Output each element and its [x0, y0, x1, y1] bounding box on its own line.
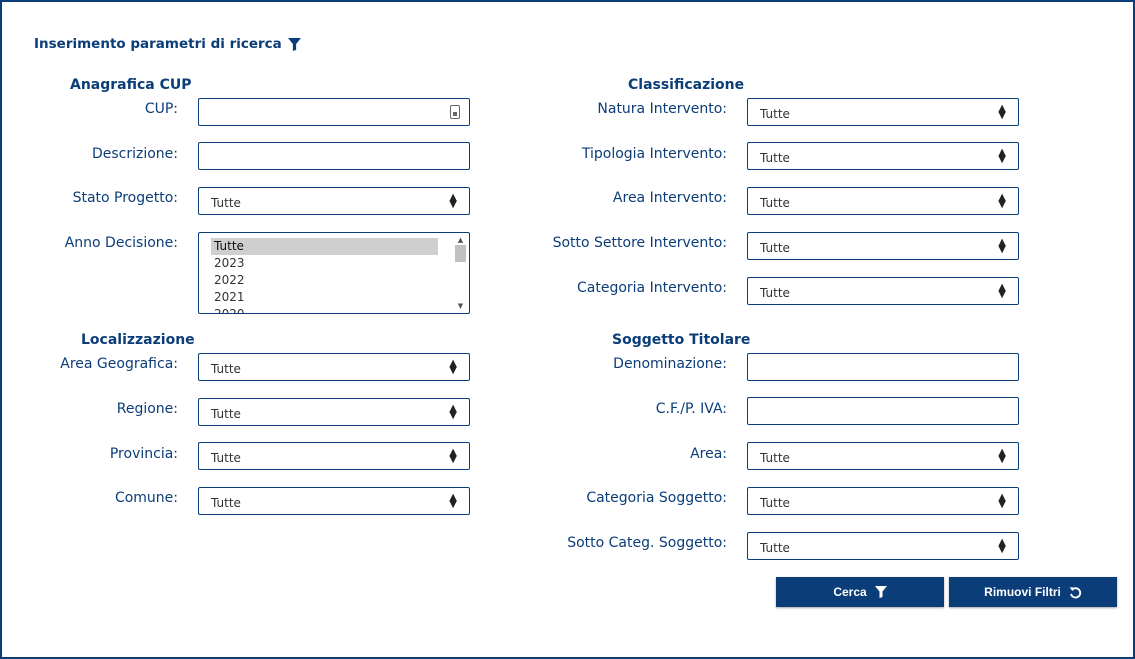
area-geografica-value: Tutte: [211, 362, 241, 376]
anno-option[interactable]: Tutte: [211, 238, 438, 255]
area-soggetto-select[interactable]: Tutte ▲ ▼: [747, 442, 1019, 470]
scroll-thumb[interactable]: [455, 245, 466, 262]
scroll-down-icon[interactable]: ▼: [454, 301, 467, 311]
select-arrows-icon: ▲ ▼: [449, 403, 457, 421]
anno-option[interactable]: 2021: [211, 289, 438, 306]
categoria-soggetto-label: Categoria Soggetto:: [586, 490, 727, 506]
scroll-up-icon[interactable]: ▲: [454, 235, 467, 245]
sotto-settore-label: Sotto Settore Intervento:: [552, 235, 727, 251]
sotto-categ-value: Tutte: [760, 541, 790, 555]
stato-progetto-select[interactable]: Tutte ▲ ▼: [198, 187, 470, 215]
section-classificazione-title: Classificazione: [628, 77, 745, 93]
tipologia-intervento-label: Tipologia Intervento:: [581, 146, 727, 162]
filter-icon: [287, 37, 301, 51]
regione-value: Tutte: [211, 407, 241, 421]
sotto-categ-label: Sotto Categ. Soggetto:: [567, 535, 727, 551]
denominazione-input[interactable]: [747, 353, 1019, 381]
categoria-soggetto-select[interactable]: Tutte ▲ ▼: [747, 487, 1019, 515]
select-arrows-icon: ▲ ▼: [998, 447, 1006, 465]
sotto-settore-select[interactable]: Tutte ▲ ▼: [747, 232, 1019, 260]
natura-intervento-select[interactable]: Tutte ▲ ▼: [747, 98, 1019, 126]
select-arrows-icon: ▲ ▼: [998, 237, 1006, 255]
anno-option[interactable]: 2022: [211, 272, 438, 289]
comune-label: Comune:: [114, 490, 178, 506]
section-soggetto-title: Soggetto Titolare: [612, 332, 751, 348]
stato-progetto-value: Tutte: [211, 196, 241, 210]
cup-label: CUP:: [144, 101, 178, 117]
undo-icon: [1069, 586, 1081, 598]
contact-card-icon[interactable]: [450, 105, 460, 119]
categoria-intervento-value: Tutte: [760, 286, 790, 300]
section-anagrafica-title: Anagrafica CUP: [70, 77, 192, 93]
categoria-intervento-label: Categoria Intervento:: [577, 280, 727, 296]
natura-intervento-value: Tutte: [760, 107, 790, 121]
filter-icon: [874, 586, 887, 598]
area-intervento-value: Tutte: [760, 196, 790, 210]
cf-piva-label: C.F./P. IVA:: [655, 401, 727, 417]
anno-option[interactable]: 2020: [211, 306, 438, 313]
listbox-scrollbar[interactable]: ▲ ▼: [454, 235, 467, 311]
descrizione-input[interactable]: [198, 142, 470, 170]
area-soggetto-label: Area:: [690, 446, 727, 462]
area-intervento-label: Area Intervento:: [612, 190, 727, 206]
natura-intervento-label: Natura Intervento:: [597, 101, 727, 117]
section-localizzazione-title: Localizzazione: [81, 332, 195, 348]
sotto-categ-select[interactable]: Tutte ▲ ▼: [747, 532, 1019, 560]
select-arrows-icon: ▲ ▼: [449, 192, 457, 210]
select-arrows-icon: ▲ ▼: [998, 103, 1006, 121]
reset-filters-button[interactable]: Rimuovi Filtri: [949, 577, 1117, 607]
anno-decisione-listbox[interactable]: Tutte 2023 2022 2021 2020 ▲ ▼: [198, 232, 470, 314]
select-arrows-icon: ▲ ▼: [998, 492, 1006, 510]
select-arrows-icon: ▲ ▼: [449, 447, 457, 465]
reset-filters-label: Rimuovi Filtri: [984, 585, 1061, 599]
cf-piva-input[interactable]: [747, 397, 1019, 425]
tipologia-intervento-select[interactable]: Tutte ▲ ▼: [747, 142, 1019, 170]
descrizione-label: Descrizione:: [91, 146, 178, 162]
select-arrows-icon: ▲ ▼: [998, 537, 1006, 555]
select-arrows-icon: ▲ ▼: [998, 147, 1006, 165]
panel-heading: Inserimento parametri di ricerca: [34, 36, 301, 52]
area-geografica-label: Area Geografica:: [60, 356, 178, 372]
provincia-label: Provincia:: [109, 446, 178, 462]
select-arrows-icon: ▲ ▼: [998, 282, 1006, 300]
comune-value: Tutte: [211, 496, 241, 510]
regione-select[interactable]: Tutte ▲ ▼: [198, 398, 470, 426]
provincia-value: Tutte: [211, 451, 241, 465]
anno-decisione-label: Anno Decisione:: [64, 235, 178, 251]
select-arrows-icon: ▲ ▼: [449, 492, 457, 510]
search-button[interactable]: Cerca: [776, 577, 944, 607]
regione-label: Regione:: [116, 401, 178, 417]
select-arrows-icon: ▲ ▼: [998, 192, 1006, 210]
categoria-soggetto-value: Tutte: [760, 496, 790, 510]
select-arrows-icon: ▲ ▼: [449, 358, 457, 376]
sotto-settore-value: Tutte: [760, 241, 790, 255]
area-soggetto-value: Tutte: [760, 451, 790, 465]
area-intervento-select[interactable]: Tutte ▲ ▼: [747, 187, 1019, 215]
anno-option[interactable]: 2023: [211, 255, 438, 272]
categoria-intervento-select[interactable]: Tutte ▲ ▼: [747, 277, 1019, 305]
search-button-label: Cerca: [833, 585, 867, 599]
provincia-select[interactable]: Tutte ▲ ▼: [198, 442, 470, 470]
cup-input[interactable]: [198, 98, 470, 126]
panel-title: Inserimento parametri di ricerca: [34, 36, 282, 52]
area-geografica-select[interactable]: Tutte ▲ ▼: [198, 353, 470, 381]
stato-progetto-label: Stato Progetto:: [72, 190, 178, 206]
comune-select[interactable]: Tutte ▲ ▼: [198, 487, 470, 515]
tipologia-intervento-value: Tutte: [760, 151, 790, 165]
denominazione-label: Denominazione:: [613, 356, 727, 372]
